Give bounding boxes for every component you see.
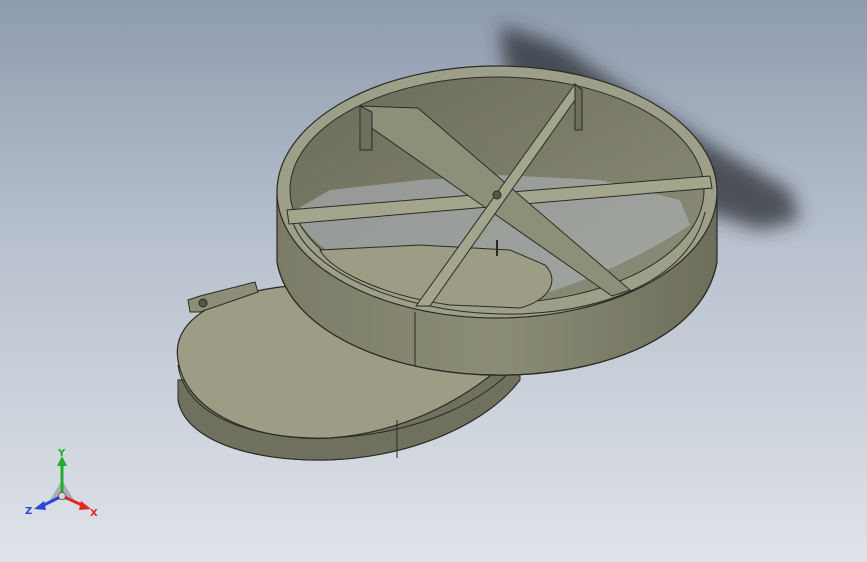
ring-wheel[interactable] — [276, 65, 718, 376]
coordinate-triad: Y X Z — [24, 448, 104, 522]
z-axis-label: Z — [25, 506, 32, 517]
graphics-viewport[interactable] — [0, 0, 867, 562]
x-axis-label: X — [90, 508, 98, 519]
y-axis-label: Y — [57, 448, 66, 459]
z-axis-arrow — [34, 501, 46, 510]
